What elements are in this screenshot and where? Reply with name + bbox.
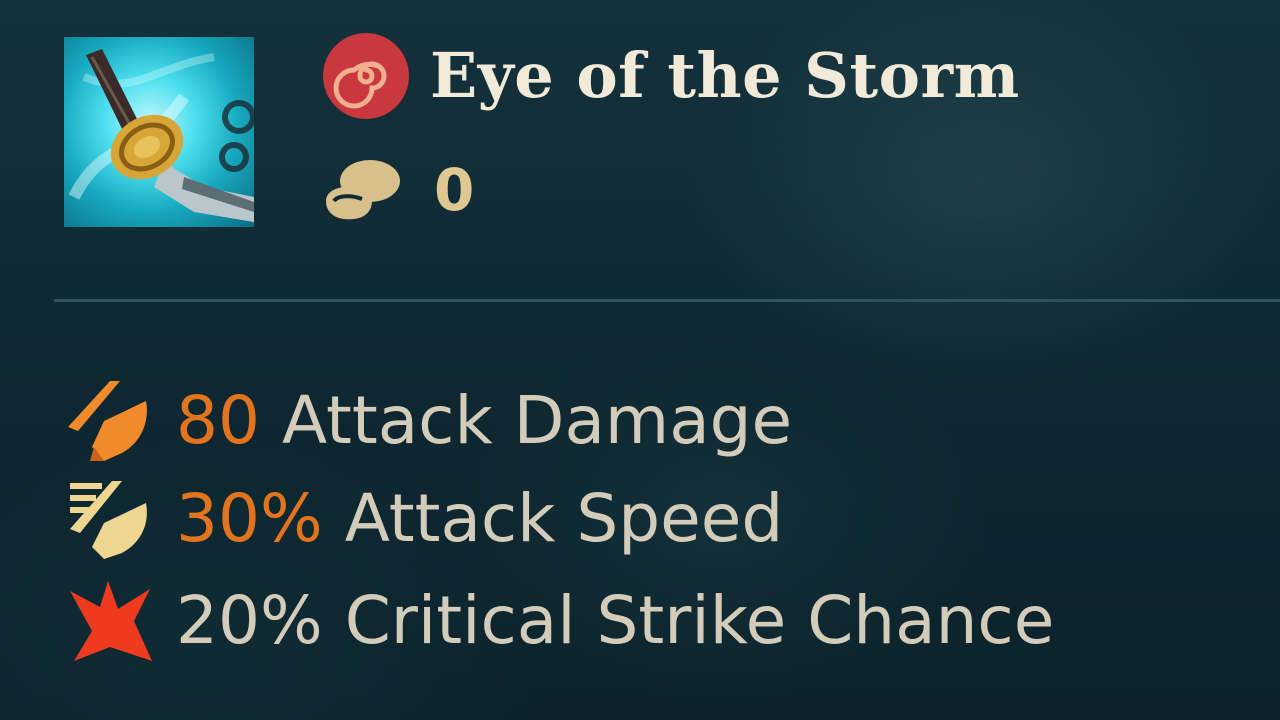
cost-value: 0: [434, 156, 475, 224]
attack-speed-icon: [70, 481, 147, 559]
item-header: Eye of the Storm: [322, 28, 1020, 123]
stat-label: Critical Strike Chance: [344, 581, 1055, 659]
spiral-rune-icon: [323, 32, 409, 119]
critical-strike-icon: [70, 581, 152, 661]
stat-row-critical-strike: 20% Critical Strike Chance: [64, 575, 1054, 665]
item-title: Eye of the Storm: [430, 39, 1020, 112]
attack-damage-icon: [68, 381, 147, 461]
gold-coin-icon: [326, 160, 400, 220]
katana-art: [68, 49, 254, 222]
stat-row-attack-damage: 80 Attack Damage: [64, 375, 792, 465]
stat-value: 20%: [176, 581, 323, 659]
stat-value: 80: [176, 381, 260, 459]
stat-label: Attack Damage: [281, 381, 793, 459]
stat-label: Attack Speed: [344, 479, 784, 557]
stat-row-attack-speed: 30% Attack Speed: [64, 473, 783, 563]
section-divider: [54, 299, 1280, 302]
stat-value: 30%: [176, 479, 323, 557]
katana-item-icon: [64, 37, 254, 227]
item-cost: 0: [322, 150, 474, 230]
